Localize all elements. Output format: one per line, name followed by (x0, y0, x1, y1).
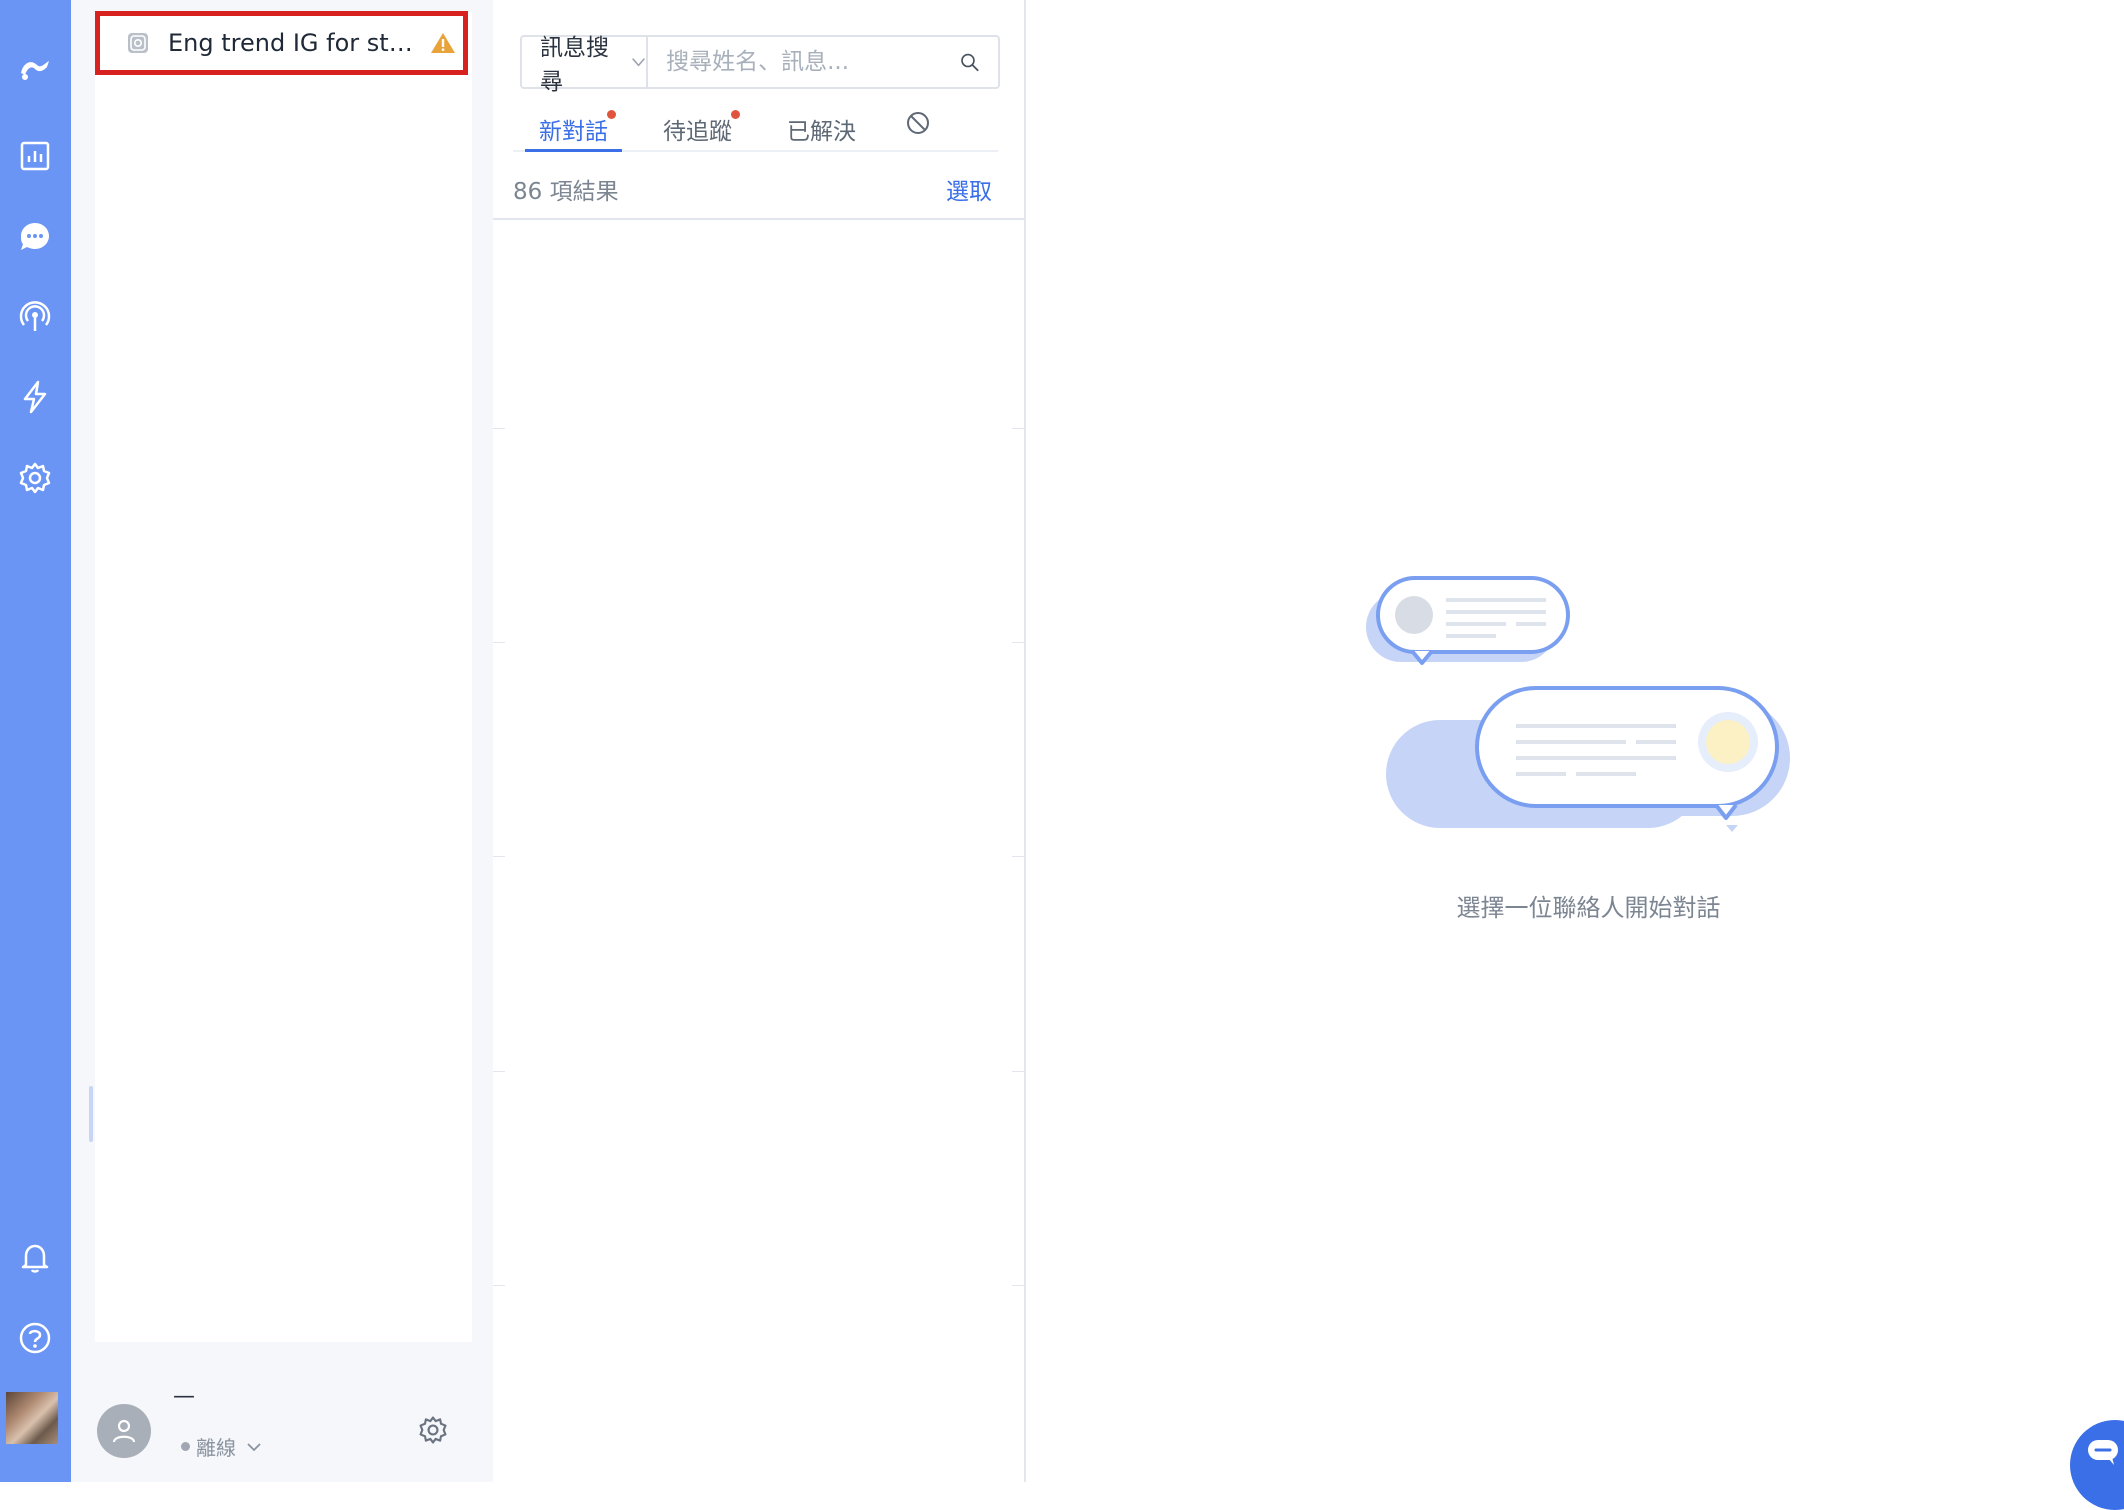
status-dropdown[interactable]: 離線 (181, 1432, 262, 1461)
status-label: 離線 (196, 1436, 236, 1460)
tab-label: 已解決 (787, 119, 856, 145)
user-bar: — 離線 (71, 1362, 493, 1482)
select-button[interactable]: 選取 (946, 172, 992, 206)
tab-badge (731, 110, 740, 119)
search-box: 訊息搜尋 (520, 35, 1000, 95)
conversation-panel: 訊息搜尋 新對話 待追蹤 已解決 86 項結果 選取 (493, 0, 1026, 1482)
row-divider (1012, 428, 1024, 429)
row-divider (1012, 642, 1024, 643)
broadcast-icon[interactable] (12, 294, 58, 340)
row-divider (493, 428, 505, 429)
warning-icon[interactable] (430, 31, 456, 55)
icon-rail (0, 0, 71, 1482)
row-divider (1012, 856, 1024, 857)
chat-bubbles-illustration (1366, 576, 1790, 832)
tab-label: 新對話 (539, 119, 608, 145)
row-divider (1012, 1285, 1024, 1286)
logo-icon[interactable] (12, 44, 58, 90)
row-divider (1012, 1071, 1024, 1072)
block-icon (907, 112, 929, 134)
automation-icon[interactable] (12, 374, 58, 420)
row-divider (493, 1071, 505, 1072)
empty-state-message: 選擇一位聯絡人開始對話 (1456, 894, 1721, 922)
instagram-icon (128, 33, 148, 53)
chevron-down-icon (247, 1442, 261, 1451)
user-avatar[interactable] (97, 1404, 151, 1458)
status-dot (181, 1442, 190, 1451)
tab-label: 待追蹤 (663, 119, 732, 145)
list-divider (493, 218, 1024, 220)
bell-icon[interactable] (12, 1234, 58, 1280)
tab-new[interactable]: 新對話 (525, 110, 622, 152)
tab-resolved[interactable]: 已解決 (773, 112, 870, 152)
tab-blocked[interactable] (891, 110, 945, 150)
chat-bubble-icon (2088, 1440, 2118, 1465)
tab-badge (607, 110, 616, 119)
help-icon[interactable] (12, 1315, 58, 1361)
conversation-tabs: 新對話 待追蹤 已解決 (513, 100, 998, 152)
tab-follow-up[interactable]: 待追蹤 (649, 110, 746, 152)
user-settings-icon[interactable] (417, 1414, 449, 1446)
chat-icon[interactable] (12, 214, 58, 260)
search-input[interactable] (648, 37, 960, 87)
search-type-dropdown[interactable]: 訊息搜尋 (522, 35, 649, 95)
row-divider (493, 856, 505, 857)
row-divider (493, 642, 505, 643)
settings-icon[interactable] (12, 455, 58, 501)
user-name: — (173, 1384, 195, 1409)
channel-name: Eng trend IG for stag… (168, 29, 418, 57)
search-icon[interactable] (959, 48, 980, 76)
result-count: 86 項結果 (513, 179, 619, 205)
account-avatar[interactable] (6, 1392, 58, 1444)
analytics-icon[interactable] (12, 133, 58, 179)
channel-list (95, 12, 472, 1342)
chevron-down-icon (632, 58, 645, 67)
row-divider (493, 1285, 505, 1286)
person-icon (112, 1419, 136, 1443)
search-type-label: 訊息搜尋 (540, 35, 609, 95)
scroll-handle[interactable] (89, 1086, 93, 1142)
conversation-empty-state: 選擇一位聯絡人開始對話 (1026, 0, 2124, 1482)
channel-panel (71, 0, 493, 1482)
channel-item[interactable]: Eng trend IG for stag… (95, 11, 468, 75)
